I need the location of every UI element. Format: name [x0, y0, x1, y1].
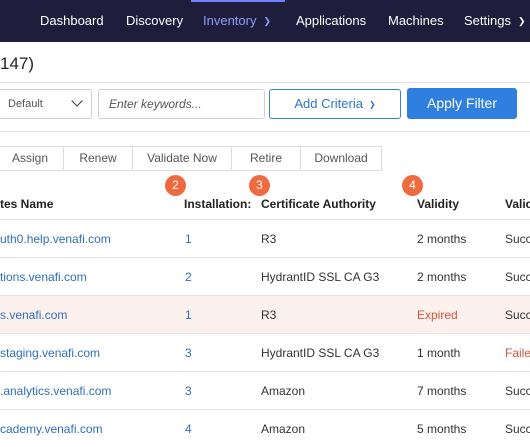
certificate-name-link[interactable]: cademy.venafi.com — [0, 422, 103, 436]
apply-filter-button[interactable]: Apply Filter — [407, 88, 517, 119]
certificate-name-link[interactable]: .analytics.venafi.com — [0, 384, 111, 398]
nav-item-settings[interactable]: Settings ❯ — [464, 0, 526, 42]
saved-filter-value: Default — [8, 98, 43, 110]
table-row[interactable]: cademy.venafi.com 4 Amazon 5 months Succ — [0, 409, 530, 447]
validate-now-button[interactable]: Validate Now — [132, 146, 232, 171]
add-criteria-button[interactable]: Add Criteria ❯ — [269, 89, 401, 119]
chevron-down-icon: ❯ — [517, 16, 526, 26]
column-header-installations[interactable]: Installation: — [184, 197, 251, 211]
column-header-validity[interactable]: Validity — [417, 197, 459, 211]
table-row[interactable]: uth0.help.venafi.com 1 R3 2 months Succ — [0, 219, 530, 257]
installations-count-link[interactable]: 4 — [185, 422, 192, 436]
page-title-count: 147) — [0, 54, 35, 73]
certificate-name-link[interactable]: uth0.help.venafi.com — [0, 232, 111, 246]
retire-button[interactable]: Retire — [231, 146, 301, 171]
nav-label: Discovery — [126, 13, 184, 28]
divider — [0, 131, 530, 132]
nav-label: Inventory — [203, 13, 257, 28]
validation-status: Succ — [505, 422, 530, 436]
nav-label: Settings — [464, 13, 511, 28]
validity-value: 7 months — [417, 384, 467, 398]
add-criteria-label: Add Criteria — [294, 96, 363, 111]
validity-value: 2 months — [417, 232, 467, 246]
certificate-authority: HydrantID SSL CA G3 — [261, 346, 380, 360]
certificate-name-link[interactable]: staging.venafi.com — [0, 346, 100, 360]
column-header-certificate-authority[interactable]: Certificate Authority — [261, 197, 376, 211]
validation-status: Faile — [505, 346, 530, 360]
installations-count-link[interactable]: 1 — [185, 308, 192, 322]
validation-status: Succ — [505, 270, 530, 284]
step-badge: 3 — [249, 175, 270, 196]
nav-item-inventory[interactable]: Inventory ❯ — [190, 0, 286, 42]
keyword-search-input[interactable] — [98, 89, 265, 119]
validation-status: Succ — [505, 384, 530, 398]
validity-value: 5 months — [417, 422, 467, 436]
certificate-authority: Amazon — [261, 384, 306, 398]
nav-item-applications[interactable]: Applications — [296, 0, 366, 42]
certificate-name-link[interactable]: tions.venafi.com — [0, 270, 87, 284]
certificate-authority: Amazon — [261, 422, 306, 436]
validity-value: 1 month — [417, 346, 461, 360]
certificate-authority: R3 — [261, 308, 277, 322]
installations-count-link[interactable]: 3 — [185, 346, 192, 360]
chevron-down-icon: ❯ — [263, 16, 272, 26]
nav-label: Machines — [388, 13, 444, 28]
certificate-authority: HydrantID SSL CA G3 — [261, 270, 380, 284]
validity-value: 2 months — [417, 270, 467, 284]
nav-item-dashboard[interactable]: Dashboard — [40, 0, 104, 42]
nav-label: Dashboard — [40, 13, 104, 28]
nav-item-discovery[interactable]: Discovery — [126, 0, 183, 42]
installations-count-link[interactable]: 1 — [185, 232, 192, 246]
saved-filter-select[interactable]: Default — [0, 89, 92, 119]
assign-button[interactable]: Assign — [0, 146, 64, 171]
certificate-name-link[interactable]: s.venafi.com — [0, 308, 67, 322]
step-badge: 2 — [165, 175, 186, 196]
validity-value: Expired — [417, 308, 458, 322]
nav-item-machines[interactable]: Machines — [388, 0, 444, 42]
installations-count-link[interactable]: 2 — [185, 270, 192, 284]
top-navigation-bar: Dashboard Discovery Inventory ❯ Applicati… — [0, 0, 530, 42]
table-row[interactable]: .analytics.venafi.com 3 Amazon 7 months … — [0, 371, 530, 409]
table-row[interactable]: s.venafi.com 1 R3 Expired Succ — [0, 295, 530, 333]
validation-status: Succ — [505, 308, 530, 322]
installations-count-link[interactable]: 3 — [185, 384, 192, 398]
table-row[interactable]: tions.venafi.com 2 HydrantID SSL CA G3 2… — [0, 257, 530, 295]
table-row[interactable]: staging.venafi.com 3 HydrantID SSL CA G3… — [0, 333, 530, 371]
divider — [0, 82, 530, 83]
chevron-down-icon: ❯ — [368, 100, 376, 109]
column-header-validation[interactable]: Valid — [505, 197, 530, 211]
download-button[interactable]: Download — [300, 146, 382, 171]
column-header-name[interactable]: tes Name — [0, 197, 53, 211]
step-badge: 4 — [402, 175, 423, 196]
validation-status: Succ — [505, 232, 530, 246]
nav-label: Applications — [296, 13, 367, 28]
renew-button[interactable]: Renew — [63, 146, 133, 171]
certificate-authority: R3 — [261, 232, 277, 246]
chevron-down-icon — [71, 95, 83, 107]
